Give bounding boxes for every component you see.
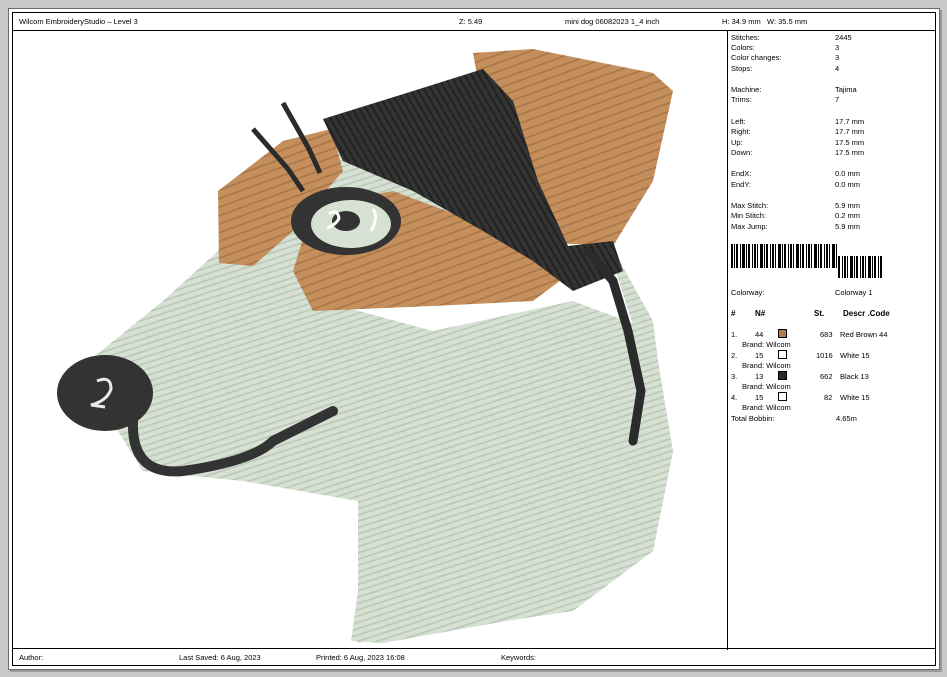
col-stitches: St. [814,309,825,318]
stat-row: Stitches: 2445 [731,33,852,42]
stat-row: Left: 17.7 mm [731,117,865,126]
embroidery-dog-image [57,49,673,643]
total-bobbin-label: Total Bobbin: [731,414,775,423]
stat-row: Up: 17.5 mm [731,138,865,147]
keywords-label: Keywords: [501,653,537,662]
white-face [79,251,673,643]
stat-row: Max Jump: 5.9 mm [731,222,861,231]
col-description: Descr .Code [843,309,890,318]
author-label: Author: [19,653,44,662]
barcode [731,244,882,278]
app-title: Wilcom EmbroideryStudio – Level 3 [19,17,138,26]
stat-row: Down: 17.5 mm [731,148,865,157]
stat-row: Stops: 4 [731,64,840,73]
footer-bar: Author: Last Saved: 6 Aug, 2023 Printed:… [13,648,935,665]
print-preview-sheet: Wilcom EmbroideryStudio – Level 3 Z: 5.4… [8,8,940,670]
design-preview [13,31,728,650]
total-bobbin-value: 4.65m [836,414,857,423]
stat-row: EndY: 0.0 mm [731,180,861,189]
stat-row: Trims: 7 [731,95,840,104]
file-name: mini dog 06082023 1_4 inch [565,17,660,26]
col-hash: # [731,309,736,318]
last-saved: Last Saved: 6 Aug, 2023 [179,653,261,662]
stat-row: Right: 17.7 mm [731,127,865,136]
stat-row: Max Stitch: 5.9 mm [731,201,861,210]
header-bar: Wilcom EmbroideryStudio – Level 3 Z: 5.4… [13,13,935,31]
stat-row: Machine: Tajima [731,85,857,94]
thread-swatch [778,371,787,380]
design-width: W: 35.5 mm [767,17,808,26]
zoom-level: Z: 5.49 [459,17,483,26]
printed-date: Printed: 6 Aug, 2023 16:08 [316,653,405,662]
thread-swatch [778,392,787,401]
col-number: N# [755,309,766,318]
design-height: H: 34.9 mm [722,17,761,26]
stat-row: EndX: 0.0 mm [731,169,861,178]
stat-row: Color changes: 3 [731,53,840,62]
design-info-panel: Stitches: 2445 Colors: 3 Color changes: 3 S… [728,31,935,650]
thread-swatch [778,350,787,359]
page-frame: Wilcom EmbroideryStudio – Level 3 Z: 5.4… [12,12,936,666]
thread-swatch [778,329,787,338]
nose [57,355,153,431]
colorway-row: Colorway: Colorway 1 [731,288,873,297]
stat-row: Colors: 3 [731,43,840,52]
stat-row: Min Stitch: 0.2 mm [731,211,861,220]
